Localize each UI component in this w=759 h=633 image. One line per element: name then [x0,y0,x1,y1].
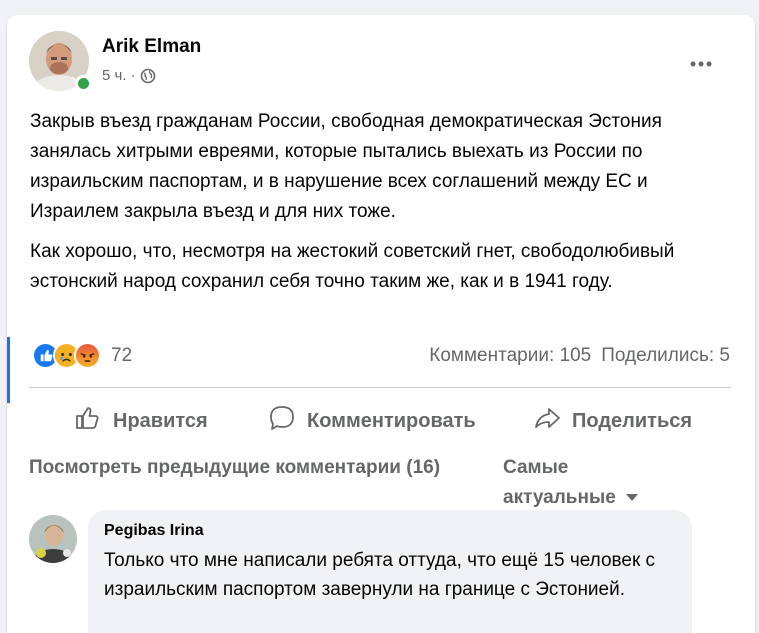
comment-label: Комментировать [307,409,476,432]
comment-button[interactable]: Комментировать [267,403,476,439]
more-options-button[interactable] [683,45,719,81]
comment-bubble-icon [267,403,297,439]
sort-label: Самые актуальные [503,457,616,508]
reaction-count: 72 [111,344,133,366]
share-label: Поделиться [572,409,693,432]
like-label: Нравится [113,409,208,432]
post-timestamp[interactable]: 5 ч. [102,67,127,84]
post-meta: 5 ч. · [102,67,156,84]
more-icon [690,54,712,72]
angry-icon [74,342,101,369]
comment-sort-dropdown[interactable]: Самые актуальные [503,453,673,513]
post-author-name[interactable]: Arik Elman [102,36,201,58]
view-previous-comments-link[interactable]: Посмотреть предыдущие комментарии (16) [29,453,469,483]
shares-count-link[interactable]: Поделились: 5 [601,345,730,367]
post-card: Arik Elman 5 ч. · Закрыв въезд гражданам… [7,15,755,633]
engagement-counts: Комментарии: 105 Поделились: 5 [429,345,730,367]
thumbs-up-icon [73,403,103,439]
commenter-photo [29,515,77,563]
share-arrow-icon [532,403,562,439]
comment-bubble: Pegibas Irina Только что мне написали ре… [88,510,692,633]
reactions-summary[interactable]: 72 [32,342,132,369]
meta-separator: · [130,67,136,84]
comments-count-link[interactable]: Комментарии: 105 [429,345,591,367]
divider [29,387,731,388]
comment-text: Только что мне написали ребята оттуда, ч… [104,550,656,600]
caret-down-icon [625,494,638,502]
share-button[interactable]: Поделиться [532,403,692,439]
commenter-avatar[interactable] [29,515,77,563]
focus-indicator [7,337,10,403]
globe-icon [140,68,156,84]
post-body: Закрыв въезд гражданам России, свободная… [30,107,740,307]
online-status-indicator [75,75,92,92]
comment-author-name[interactable]: Pegibas Irina [104,522,676,540]
post-paragraph: Закрыв въезд гражданам России, свободная… [30,111,662,222]
like-button[interactable]: Нравится [73,403,208,439]
post-paragraph: Как хорошо, что, несмотря на жестокий со… [30,241,675,292]
